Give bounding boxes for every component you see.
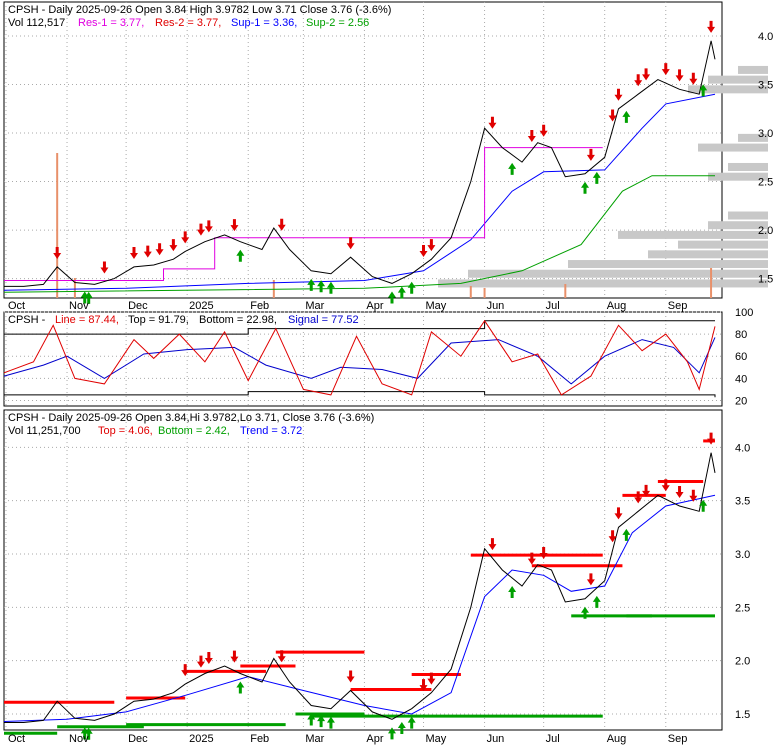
y-tick-label: 3.0 — [735, 549, 750, 561]
month-label: Nov — [69, 733, 89, 745]
month-label: Oct — [8, 300, 25, 312]
volume-bar — [483, 288, 486, 298]
res1-label: Res-1 = 3.77, — [78, 17, 144, 29]
y-tick-label: 40 — [735, 373, 747, 385]
month-label: Dec — [128, 733, 148, 745]
month-label: Oct — [8, 733, 25, 745]
month-label: Feb — [250, 300, 269, 312]
month-label: Aug — [607, 300, 627, 312]
levels-panel-vol: Vol 11,251,700 — [8, 425, 81, 437]
month-label: Nov — [69, 300, 89, 312]
volume-bar — [56, 153, 59, 298]
month-label: Mar — [305, 300, 324, 312]
y-tick-label: 4.0 — [758, 31, 773, 43]
y-tick-label: 2.0 — [735, 656, 750, 668]
y-tick-label: 1.5 — [735, 709, 750, 721]
oscillator-signal-label: Signal = 77.52 — [288, 314, 359, 326]
bottom-label: Bottom = 2.42, — [158, 425, 230, 437]
volume-profile-bar — [618, 230, 768, 239]
oscillator-title: CPSH - — [8, 314, 46, 326]
month-label: Jun — [487, 300, 505, 312]
month-label: Sep — [668, 300, 688, 312]
y-tick-label: 3.0 — [758, 128, 773, 140]
sup2-label: Sup-2 = 2.56 — [306, 17, 369, 29]
stock-chart-stage: 1.5 2.0 2.5 3.0 3.5 4.0 Oct Nov Dec 2025 Feb Mar Ap… — [0, 0, 780, 745]
oscillator-panel: 20 40 60 80 100 CPSH - Line = 87.44, Top = 9… — [3, 307, 753, 407]
volume-profile-bar — [728, 211, 768, 220]
month-label: 2025 — [189, 733, 213, 745]
y-tick-label: 100 — [735, 307, 753, 319]
res2-label: Res-2 = 3.77, — [155, 17, 221, 29]
trend-label: Trend = 3.72 — [240, 425, 302, 437]
y-tick-label: 2.5 — [735, 602, 750, 614]
volume-profile-bar — [468, 269, 768, 278]
volume-profile-bar — [738, 65, 768, 74]
y-tick-label: 2.0 — [758, 225, 773, 237]
price-panel-frame — [3, 1, 723, 299]
oscillator-bottom-label: Bottom = 22.98, — [199, 314, 277, 326]
volume-profile-bar — [568, 260, 768, 269]
volume-bar — [564, 284, 567, 298]
month-label: Jun — [487, 733, 505, 745]
month-label: May — [426, 733, 447, 745]
y-tick-label: 1.5 — [758, 274, 773, 286]
y-tick-label: 2.5 — [758, 177, 773, 189]
y-tick-label: 60 — [735, 351, 747, 363]
volume-bar — [469, 286, 472, 298]
month-label: Sep — [668, 733, 688, 745]
month-label: Jul — [546, 300, 560, 312]
volume-profile-bar — [648, 250, 768, 259]
volume-profile-bar — [678, 240, 768, 249]
y-tick-label: 80 — [735, 329, 747, 341]
sup1-label: Sup-1 = 3.36, — [231, 17, 297, 29]
volume-profile-bar — [438, 279, 768, 288]
oscillator-line-label: Line = 87.44, — [55, 314, 119, 326]
volume-profile-bar — [698, 143, 768, 152]
y-tick-label: 4.0 — [735, 442, 750, 454]
month-label: Mar — [305, 733, 324, 745]
month-label: Dec — [128, 300, 148, 312]
oscillator-top-label: Top = 91.79, — [128, 314, 189, 326]
price-panel-vol: Vol 112,517 — [8, 17, 65, 29]
levels-panel: 1.5 2.0 2.5 3.0 3.5 4.0 Oct Nov Dec 2025 Feb Mar Ap… — [3, 409, 750, 745]
y-tick-label: 3.5 — [735, 496, 750, 508]
levels-panel-title: CPSH - Daily 2025-09-26 Open 3.84,Hi 3.9… — [8, 412, 374, 424]
month-label: Feb — [250, 733, 269, 745]
month-label: Aug — [607, 733, 627, 745]
levels-panel-frame — [3, 409, 723, 731]
month-label: Apr — [366, 300, 383, 312]
price-panel: 1.5 2.0 2.5 3.0 3.5 4.0 Oct Nov Dec 2025 Feb Mar Ap… — [3, 1, 773, 312]
month-label: May — [426, 300, 447, 312]
price-panel-title: CPSH - Daily 2025-09-26 Open 3.84 High 3… — [8, 4, 391, 16]
top-label: Top = 4.06, — [98, 425, 153, 437]
month-label: Jul — [546, 733, 560, 745]
volume-bar — [710, 268, 713, 298]
y-tick-label: 3.5 — [758, 79, 773, 91]
month-label: Apr — [366, 733, 383, 745]
volume-profile-bar — [728, 162, 768, 171]
month-label: 2025 — [189, 300, 213, 312]
stock-chart: 1.5 2.0 2.5 3.0 3.5 4.0 Oct Nov Dec 2025 Feb Mar Ap… — [3, 1, 773, 745]
y-tick-label: 20 — [735, 395, 747, 407]
